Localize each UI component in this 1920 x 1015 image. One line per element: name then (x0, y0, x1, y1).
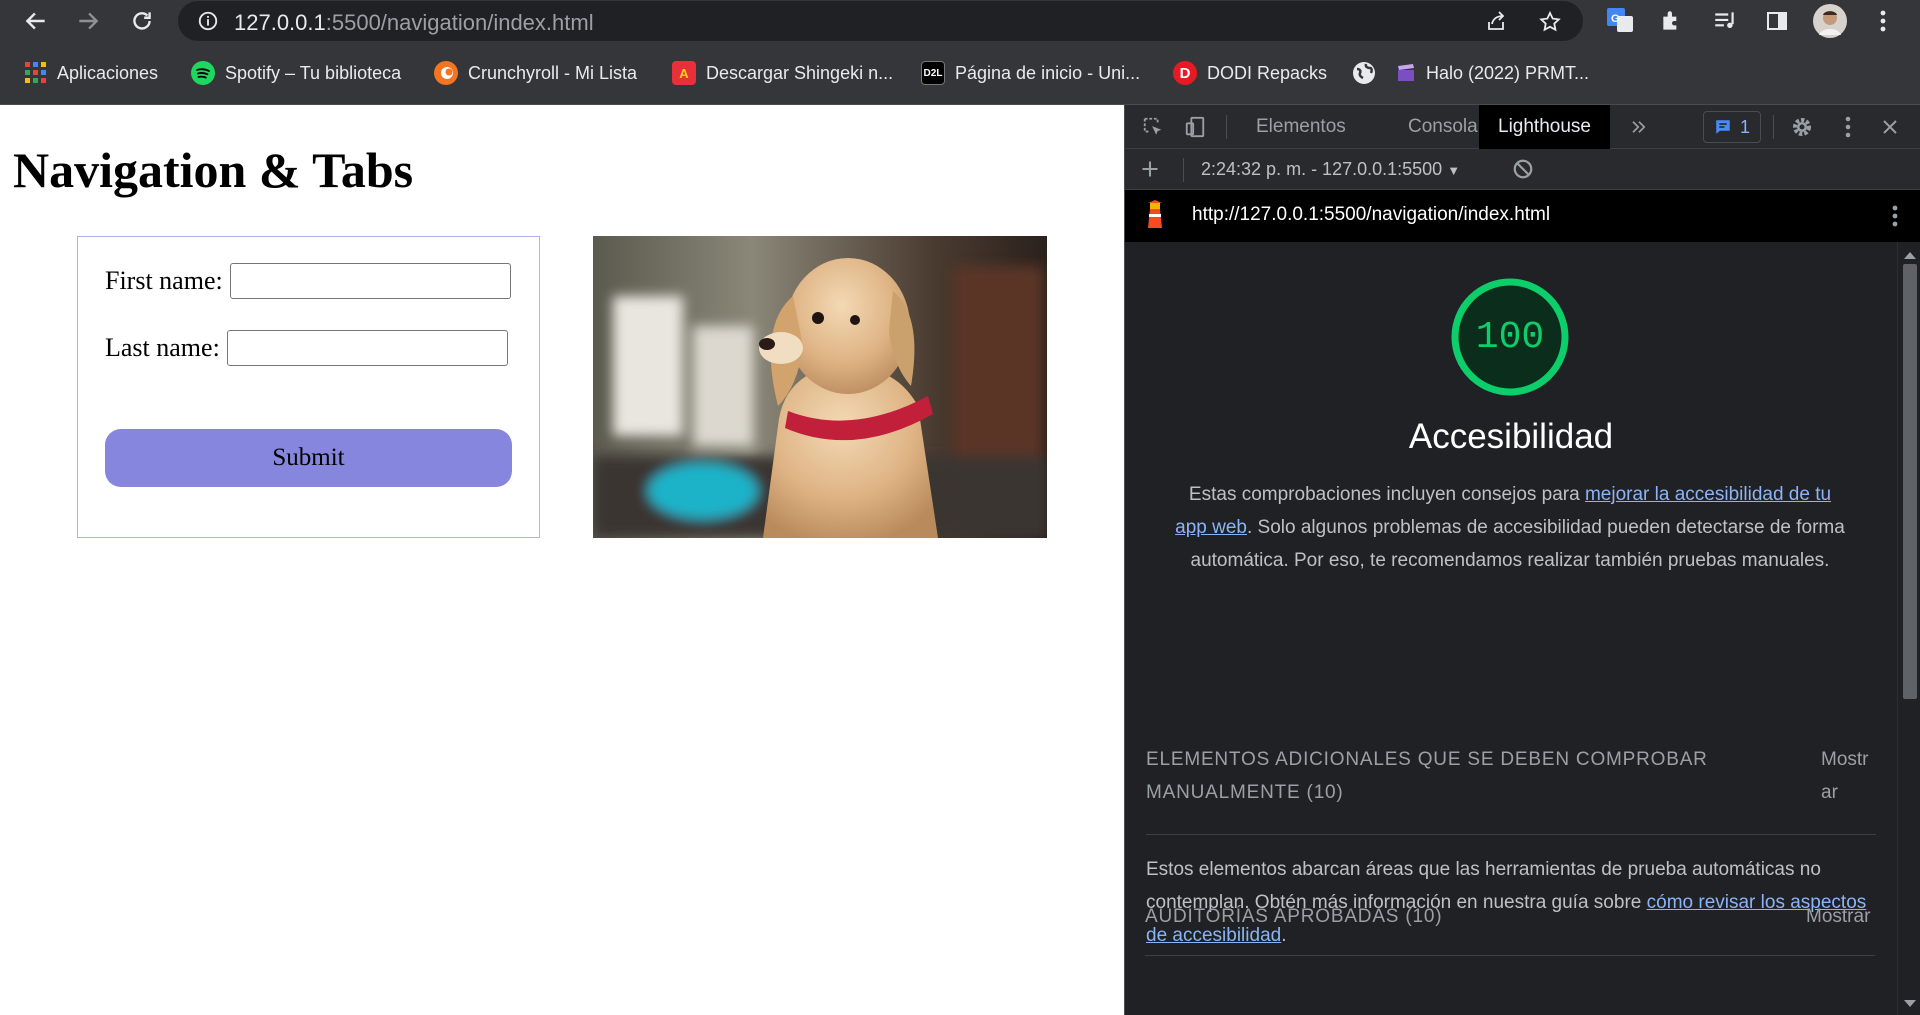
first-name-row: First name: (105, 263, 511, 299)
back-arrow-icon (25, 12, 45, 30)
devtools-panel: Elementos Consola Lighthouse 1 2:24:32 p… (1124, 105, 1920, 1015)
bookmark-crunchyroll[interactable]: Crunchyroll - Mi Lista (434, 59, 637, 87)
category-title: Accesibilidad (1408, 417, 1614, 456)
profile-avatar[interactable] (1813, 4, 1847, 38)
bookmark-label: Página de inicio - Uni... (955, 62, 1141, 83)
bookmark-label: Spotify – Tu biblioteca (225, 62, 402, 83)
puppy-photo (593, 236, 1047, 538)
bookmark-label: Aplicaciones (57, 62, 159, 83)
letter-a-icon: A (672, 61, 696, 85)
first-name-input[interactable] (229, 263, 511, 299)
bookmark-d2l[interactable]: D2L Página de inicio - Uni... (921, 59, 1140, 87)
url-path: :5500/navigation/index.html (325, 10, 594, 35)
page-title: Navigation & Tabs (13, 142, 414, 198)
report-url[interactable]: http://127.0.0.1:5500/navigation/index.h… (1192, 204, 1550, 226)
clear-reports-icon[interactable] (1509, 155, 1537, 183)
category-description: Estas comprobaciones incluyen consejos p… (1175, 478, 1845, 577)
forward-button[interactable] (70, 2, 106, 40)
first-name-label: First name: (105, 266, 223, 295)
score-value: 100 (1475, 315, 1545, 359)
settings-gear-icon[interactable] (1788, 113, 1816, 141)
message-icon (1716, 120, 1730, 134)
inspect-element-icon[interactable] (1139, 113, 1167, 141)
toolbar-divider (1773, 115, 1774, 139)
report-url-bar: http://127.0.0.1:5500/navigation/index.h… (1125, 190, 1920, 242)
description-text: . Solo algunos problemas de accesibilida… (1190, 517, 1845, 571)
reload-icon (133, 12, 151, 30)
tab-lighthouse[interactable]: Lighthouse (1479, 105, 1610, 149)
bookmarks-bar: Aplicaciones Spotify – Tu biblioteca Cru… (0, 43, 1920, 105)
lighthouse-logo-icon (1141, 200, 1169, 229)
submit-button[interactable]: Submit (105, 429, 512, 487)
name-form: First name: Last name: Submit (77, 236, 540, 538)
issues-count: 1 (1739, 116, 1750, 137)
scroll-down-arrow-icon[interactable] (1904, 1000, 1916, 1007)
address-url[interactable]: 127.0.0.1:5500/navigation/index.html (234, 10, 594, 36)
back-button[interactable] (18, 2, 54, 40)
group-divider (1146, 834, 1876, 835)
toolbar-divider (1226, 115, 1227, 139)
report-time: 2:24:32 p. m. - 127.0.0.1:5500 (1201, 159, 1443, 179)
bookmark-shingeki[interactable]: A Descargar Shingeki n... (672, 59, 893, 87)
d2l-icon: D2L (921, 61, 945, 85)
share-icon[interactable] (1482, 8, 1510, 36)
new-report-plus-icon[interactable] (1136, 155, 1164, 183)
svg-text:G: G (1611, 13, 1620, 25)
device-toolbar-icon[interactable] (1181, 113, 1209, 141)
bookmark-dodi[interactable]: D DODI Repacks (1173, 59, 1327, 87)
site-info-icon[interactable] (196, 9, 220, 33)
side-panel-icon[interactable] (1760, 4, 1794, 38)
chrome-menu-icon[interactable] (1866, 4, 1900, 38)
reload-button[interactable] (124, 2, 160, 40)
forward-arrow-icon (79, 12, 99, 30)
report-selector[interactable]: 2:24:32 p. m. - 127.0.0.1:5500 ▼ (1201, 159, 1460, 180)
description-text: Estas comprobaciones incluyen consejos p… (1188, 484, 1585, 505)
bookmark-label: Halo (2022) PRMT... (1426, 62, 1590, 83)
clapperboard-icon (1398, 64, 1414, 81)
passed-audits-group-title[interactable]: AUDITORÍAS APROBADAS (10) (1145, 900, 1785, 933)
report-menu-icon[interactable] (1881, 202, 1909, 230)
google-translate-icon[interactable]: G (1603, 4, 1637, 38)
extensions-puzzle-icon[interactable] (1655, 4, 1689, 38)
dodi-icon: D (1173, 61, 1197, 85)
browser-toolbar: 127.0.0.1:5500/navigation/index.html G (0, 0, 1920, 43)
globe-icon (1353, 62, 1375, 84)
scrollbar-thumb[interactable] (1903, 264, 1917, 699)
devtools-tabbar: Elementos Consola Lighthouse 1 (1125, 105, 1920, 149)
crunchyroll-icon (434, 61, 458, 85)
apps-grid-icon (25, 62, 46, 83)
issues-badge[interactable]: 1 (1703, 111, 1761, 143)
passed-audits-toggle[interactable]: Mostrar (1806, 900, 1870, 933)
page-viewport: Navigation & Tabs First name: Last name:… (0, 105, 1124, 1015)
manual-checks-group-title[interactable]: ELEMENTOS ADICIONALES QUE SE DEBEN COMPR… (1146, 743, 1786, 809)
scroll-up-arrow-icon[interactable] (1904, 252, 1916, 259)
bookmark-aplicaciones[interactable]: Aplicaciones (25, 59, 158, 87)
toolbar-divider (1183, 158, 1184, 182)
dropdown-triangle-icon: ▼ (1447, 163, 1461, 178)
spotify-icon (191, 61, 215, 85)
bookmark-label: Crunchyroll - Mi Lista (468, 62, 638, 83)
bookmark-spotify[interactable]: Spotify – Tu biblioteca (191, 59, 401, 87)
last-name-label: Last name: (105, 333, 220, 362)
manual-checks-toggle[interactable]: Mostrar (1821, 743, 1876, 809)
bookmark-label: DODI Repacks (1207, 62, 1328, 83)
last-name-input[interactable] (226, 330, 508, 366)
url-host: 127.0.0.1 (234, 10, 326, 35)
bookmark-label: Descargar Shingeki n... (706, 62, 894, 83)
last-name-row: Last name: (105, 330, 508, 366)
bookmark-globe[interactable] (1352, 59, 1376, 87)
lighthouse-report-bar: 2:24:32 p. m. - 127.0.0.1:5500 ▼ (1125, 149, 1920, 190)
tab-elementos[interactable]: Elementos (1237, 105, 1365, 149)
address-bar[interactable]: 127.0.0.1:5500/navigation/index.html (178, 1, 1583, 41)
devtools-menu-icon[interactable] (1834, 113, 1862, 141)
bookmark-star-icon[interactable] (1536, 8, 1564, 36)
bookmark-halo[interactable]: Halo (2022) PRMT... (1396, 59, 1589, 87)
media-queue-icon[interactable] (1708, 4, 1742, 38)
close-devtools-icon[interactable] (1876, 113, 1904, 141)
more-tabs-chevron-icon[interactable] (1625, 113, 1653, 141)
report-scrollbar[interactable] (1897, 242, 1920, 1015)
